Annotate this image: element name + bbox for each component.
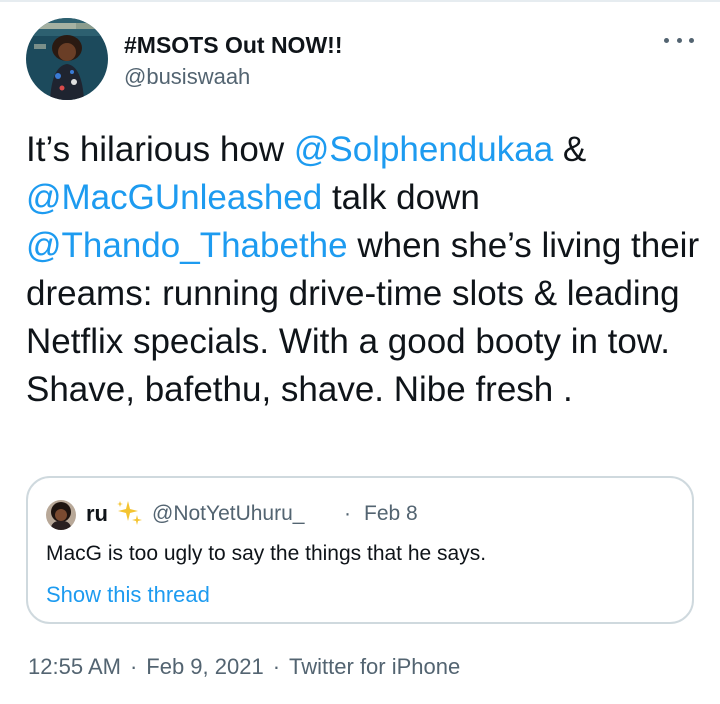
quoted-tweet-text: MacG is too ugly to say the things that … bbox=[46, 542, 487, 565]
mention-link[interactable]: @MacGUnleashed bbox=[26, 178, 322, 217]
more-options-icon[interactable] bbox=[664, 30, 694, 50]
tweet-text-segment: & bbox=[553, 130, 587, 169]
tweet-text-segment: It’s hilarious how bbox=[26, 130, 294, 169]
quoted-tweet-date[interactable]: Feb 8 bbox=[364, 502, 418, 526]
mention-link[interactable]: @Thando_Thabethe bbox=[26, 226, 348, 265]
quoted-author-handle[interactable]: @NotYetUhuru_ bbox=[152, 502, 304, 526]
mention-link[interactable]: @Solphendukaa bbox=[294, 130, 553, 169]
author-avatar[interactable] bbox=[26, 18, 108, 100]
meta-separator: · bbox=[272, 654, 281, 679]
tweet-meta: 12:55 AM · Feb 9, 2021 · Twitter for iPhone bbox=[28, 654, 460, 680]
author-name[interactable]: #MSOTS Out NOW!! bbox=[124, 32, 342, 59]
quote-separator: · bbox=[344, 502, 351, 525]
sparkles-icon bbox=[114, 498, 144, 528]
tweet: #MSOTS Out NOW!! @busiswaah It’s hilario… bbox=[0, 0, 720, 704]
meta-separator: · bbox=[129, 654, 138, 679]
quoted-author-name[interactable]: ru bbox=[86, 501, 108, 527]
tweet-text-segment: talk down bbox=[322, 178, 480, 217]
tweet-time[interactable]: 12:55 AM bbox=[28, 654, 121, 679]
tweet-date[interactable]: Feb 9, 2021 bbox=[146, 654, 263, 679]
tweet-text: It’s hilarious how @Solphendukaa & @MacG… bbox=[26, 126, 706, 414]
tweet-source[interactable]: Twitter for iPhone bbox=[289, 654, 460, 679]
quoted-tweet[interactable]: ru @NotYetUhuru_ · Feb 8 MacG is too ugl… bbox=[26, 476, 694, 624]
author-handle[interactable]: @busiswaah bbox=[124, 64, 250, 90]
show-thread-link[interactable]: Show this thread bbox=[46, 582, 210, 608]
quoted-author-avatar[interactable] bbox=[46, 500, 76, 530]
